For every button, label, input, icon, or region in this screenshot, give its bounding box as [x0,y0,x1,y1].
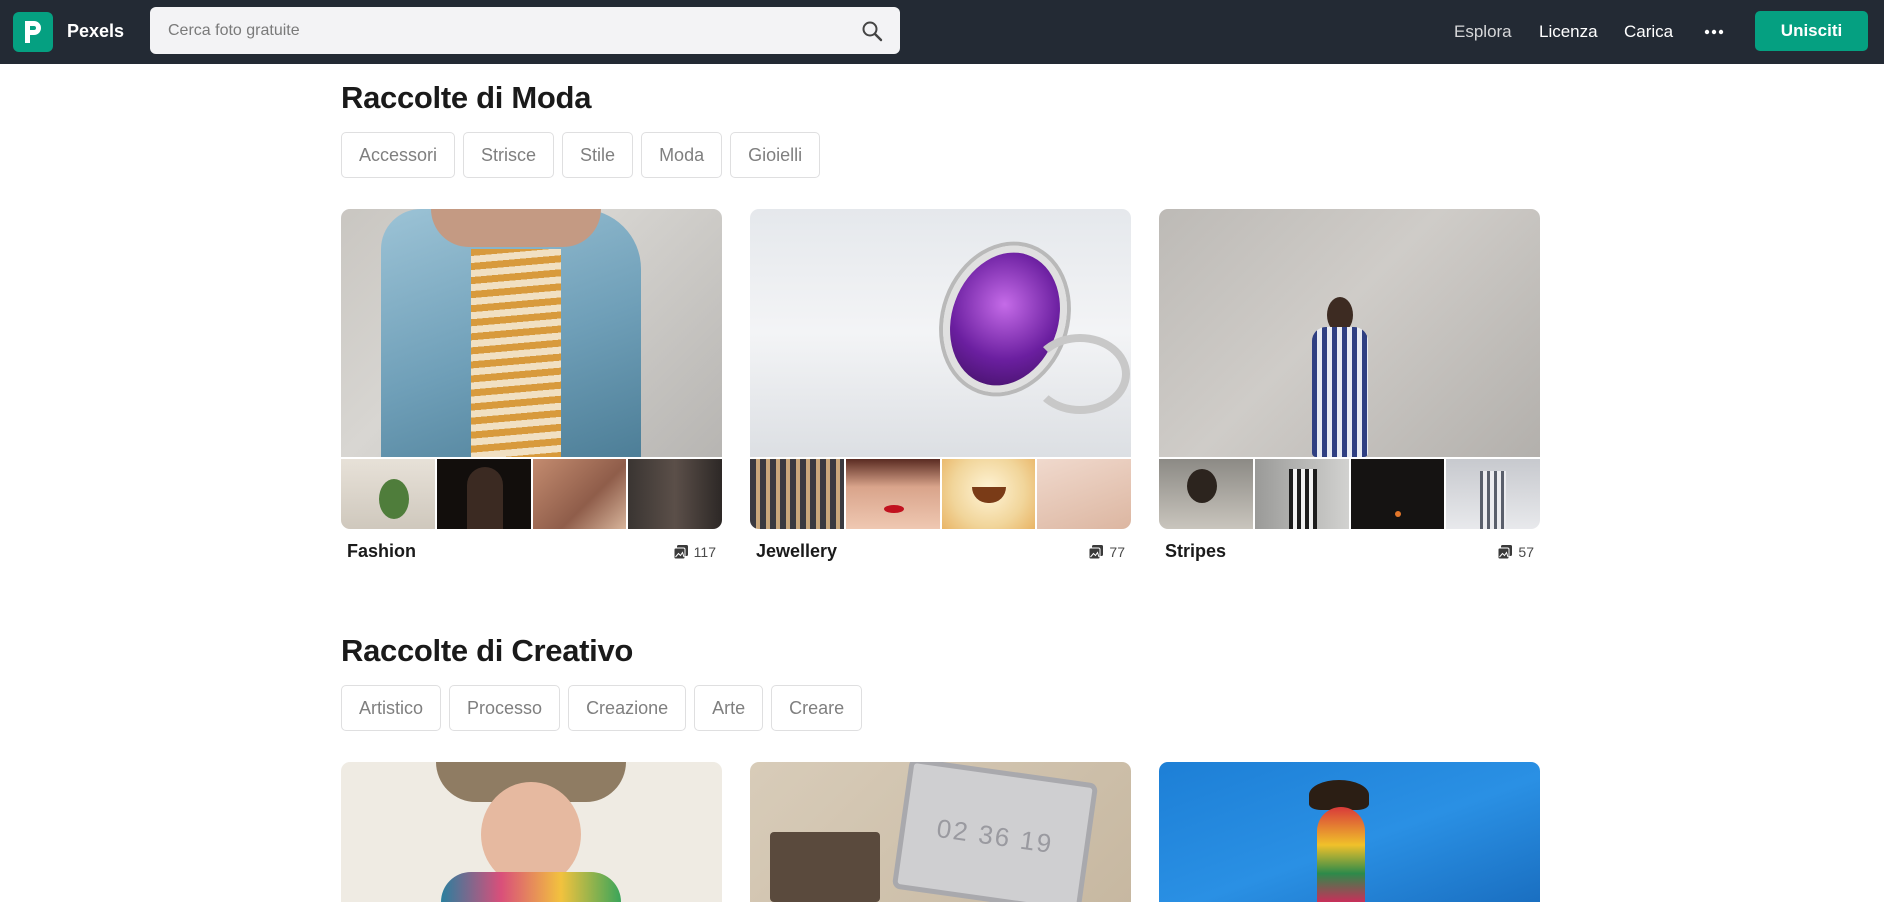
tag-list: Accessori Strisce Stile Moda Gioielli [341,132,1541,178]
fashion-collections-section: Raccolte di Moda Accessori Strisce Stile… [341,80,1541,580]
nav-link-carica[interactable]: Carica [1624,22,1673,42]
tag-creare[interactable]: Creare [771,685,863,731]
thumbnail-image[interactable] [1037,459,1131,529]
collection-title[interactable]: Fashion [347,541,416,562]
collection-cover-image[interactable] [341,209,722,457]
laptop-clock-text: 02 36 19 [934,812,1056,859]
thumbnail-image[interactable] [1254,459,1349,529]
section-title: Raccolte di Creativo [341,633,634,668]
search-input[interactable] [168,21,848,40]
pexels-logo-icon[interactable] [13,12,53,52]
photo-count: 57 [1518,543,1534,560]
thumbnail-image[interactable] [1350,459,1445,529]
nav-link-esplora[interactable]: Esplora [1454,22,1512,42]
tag-moda[interactable]: Moda [641,132,723,178]
top-navbar: Pexels Esplora Licenza Carica Unisciti [0,0,1884,64]
tag-arte[interactable]: Arte [694,685,764,731]
collection-card-jewellery[interactable]: Jewellery 77 [750,209,1131,562]
tag-artistico[interactable]: Artistico [341,685,442,731]
photo-count: 77 [1109,543,1125,560]
collection-cover-image[interactable] [750,209,1131,457]
tag-stile[interactable]: Stile [562,132,634,178]
thumbnail-image[interactable] [628,459,722,529]
thumbnail-image[interactable] [436,459,531,529]
search-bar [150,7,900,54]
section-title: Raccolte di Moda [341,80,592,115]
thumbnail-image[interactable] [845,459,940,529]
collection-count: 57 [1497,544,1534,560]
photos-icon [1088,544,1104,559]
collection-footer: Jewellery 77 [750,529,1131,562]
thumbnail-image[interactable] [941,459,1036,529]
collection-footer: Stripes 57 [1159,529,1540,562]
tag-gioielli[interactable]: Gioielli [730,132,821,178]
thumbnail-image[interactable] [750,459,844,529]
tag-processo[interactable]: Processo [449,685,561,731]
photo-count: 117 [693,543,716,560]
collection-thumbnails [1159,459,1540,529]
collection-count: 117 [673,544,716,560]
collection-cover-image[interactable] [1159,762,1540,902]
collection-cover-image[interactable]: 02 36 19 [750,762,1131,902]
search-icon[interactable] [860,19,884,43]
photos-icon [1497,544,1513,559]
collection-card[interactable]: 02 36 19 [750,762,1131,902]
collection-cards: Fashion 117 Jewellery 77 Stripes 57 [341,209,1540,562]
thumbnail-image[interactable] [532,459,627,529]
tag-accessori[interactable]: Accessori [341,132,456,178]
collection-footer: Fashion 117 [341,529,722,562]
collection-card-fashion[interactable]: Fashion 117 [341,209,722,562]
collection-cover-image[interactable] [341,762,722,902]
collection-thumbnails [341,459,722,529]
collection-title[interactable]: Jewellery [756,541,837,562]
photos-icon [673,544,688,559]
tag-creazione[interactable]: Creazione [568,685,687,731]
collection-card-stripes[interactable]: Stripes 57 [1159,209,1540,562]
thumbnail-image[interactable] [1446,459,1540,529]
collection-title[interactable]: Stripes [1165,541,1226,562]
collection-cover-image[interactable] [1159,209,1540,457]
join-button[interactable]: Unisciti [1755,11,1868,51]
collection-card[interactable] [341,762,722,902]
collection-count: 77 [1088,544,1125,560]
brand-name[interactable]: Pexels [67,21,124,42]
collection-card[interactable] [1159,762,1540,902]
tag-strisce[interactable]: Strisce [463,132,555,178]
tag-list: Artistico Processo Creazione Arte Creare [341,685,1541,731]
nav-link-licenza[interactable]: Licenza [1539,22,1598,42]
more-icon[interactable] [1702,22,1726,42]
thumbnail-image[interactable] [1159,459,1253,529]
creative-collections-section: Raccolte di Creativo Artistico Processo … [341,633,1541,902]
thumbnail-image[interactable] [341,459,435,529]
collection-cards: 02 36 19 [341,762,1540,902]
collection-thumbnails [750,459,1131,529]
